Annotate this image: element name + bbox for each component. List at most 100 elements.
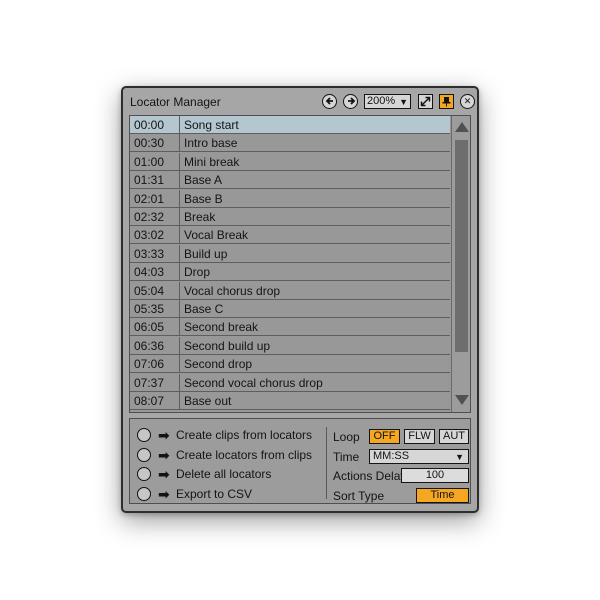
locator-row[interactable]: 06:05 Second break [130, 318, 450, 337]
column-divider [179, 152, 180, 170]
locator-row[interactable]: 01:31 Base A [130, 171, 450, 190]
dropdown-arrow-icon: ▼ [455, 452, 464, 462]
locator-time: 08:07 [134, 394, 165, 408]
expand-icon [420, 96, 431, 107]
locator-list[interactable]: 00:00 Song start 00:30 Intro base 01:00 Mini … [129, 115, 471, 413]
action-row[interactable]: ➡ Export to CSV [130, 485, 330, 505]
forward-button[interactable] [343, 94, 358, 109]
title-bar[interactable]: Locator Manager 200% ▼ ✕ [123, 88, 477, 114]
locator-name: Second vocal chorus drop [184, 375, 323, 390]
loop-label: Loop [333, 430, 360, 444]
locator-time: 02:01 [134, 191, 165, 206]
zoom-dropdown[interactable]: 200% ▼ [364, 94, 411, 109]
locator-name: Second break [184, 320, 259, 335]
action-label: Export to CSV [176, 486, 253, 501]
locator-row[interactable]: 07:37 Second vocal chorus drop [130, 373, 450, 392]
window-title: Locator Manager [130, 95, 221, 109]
actions-delay-input[interactable]: 100 [401, 468, 469, 483]
locator-row[interactable]: 08:07 Base out [130, 392, 450, 410]
locator-time: 00:30 [134, 136, 165, 151]
locator-row[interactable]: 06:36 Second build up [130, 336, 450, 355]
panel-divider [326, 427, 327, 499]
locator-time: 06:05 [134, 320, 165, 335]
scrollbar[interactable] [451, 116, 470, 412]
locator-manager-window: Locator Manager 200% ▼ ✕ 00:00 Song star… [121, 86, 479, 513]
locator-row[interactable]: 02:01 Base B [130, 189, 450, 208]
zoom-value: 200% [367, 95, 396, 107]
scroll-down-icon[interactable] [455, 395, 469, 405]
locator-time: 05:04 [134, 283, 165, 298]
locator-row[interactable]: 02:32 Break [130, 208, 450, 226]
locator-name: Vocal Break [184, 228, 249, 243]
locator-time: 07:37 [134, 375, 165, 390]
locator-name: Mini break [184, 154, 240, 169]
locator-name: Second drop [184, 357, 253, 372]
expand-button[interactable] [418, 94, 433, 109]
loop-auto-button[interactable]: AUT [439, 429, 469, 444]
action-row[interactable]: ➡ Create locators from clips [130, 446, 330, 466]
locator-name: Drop [184, 265, 211, 280]
scroll-up-icon[interactable] [455, 122, 469, 132]
locator-row[interactable]: 05:04 Vocal chorus drop [130, 281, 450, 300]
arrow-right-icon: ➡ [158, 427, 170, 443]
action-label: Create locators from clips [176, 447, 313, 462]
arrow-left-icon [325, 97, 333, 105]
locator-row[interactable]: 05:35 Base C [130, 300, 450, 318]
pin-button[interactable] [439, 94, 454, 109]
column-divider [179, 300, 180, 317]
pin-icon [442, 97, 451, 107]
locator-row[interactable]: 04:03 Drop [130, 263, 450, 282]
locator-time: 03:33 [134, 246, 165, 261]
time-format-select[interactable]: MM:SS ▼ [369, 449, 469, 464]
locator-name: Base out [184, 394, 232, 408]
scroll-thumb[interactable] [455, 140, 468, 352]
back-button[interactable] [322, 94, 337, 109]
arrow-right-icon [347, 97, 355, 105]
close-button[interactable]: ✕ [460, 94, 475, 109]
locator-time: 04:03 [134, 265, 165, 280]
arrow-right-icon: ➡ [158, 446, 170, 463]
locator-name: Base C [184, 302, 224, 316]
action-radio[interactable] [137, 467, 151, 481]
action-radio[interactable] [137, 428, 151, 442]
locator-row[interactable]: 03:33 Build up [130, 244, 450, 263]
locator-time: 07:06 [134, 357, 165, 372]
sort-type-button[interactable]: Time [416, 488, 469, 503]
locator-name: Vocal chorus drop [184, 283, 281, 298]
action-radio[interactable] [137, 486, 151, 501]
column-divider [179, 373, 180, 391]
time-label: Time [333, 450, 360, 464]
locator-time: 00:00 [134, 118, 165, 132]
column-divider [179, 171, 180, 189]
action-label: Delete all locators [176, 467, 272, 481]
locator-row[interactable]: 07:06 Second drop [130, 355, 450, 374]
loop-follow-button[interactable]: FLW [404, 429, 435, 444]
locator-time: 01:00 [134, 154, 165, 169]
action-row[interactable]: ➡ Delete all locators [130, 465, 330, 485]
column-divider [179, 281, 180, 299]
locator-time: 02:32 [134, 210, 165, 224]
locator-row[interactable]: 03:02 Vocal Break [130, 226, 450, 245]
time-format-value: MM:SS [373, 450, 410, 462]
column-divider [179, 116, 180, 133]
locator-time: 03:02 [134, 228, 165, 243]
locator-name: Base A [184, 173, 223, 188]
locator-row[interactable]: 01:00 Mini break [130, 152, 450, 171]
loop-off-button[interactable]: OFF [369, 429, 400, 444]
locator-time: 01:31 [134, 173, 165, 188]
sort-type-label: Sort Type [333, 489, 385, 503]
column-divider [179, 226, 180, 244]
column-divider [179, 355, 180, 373]
locator-row[interactable]: 00:30 Intro base [130, 134, 450, 153]
arrow-right-icon: ➡ [158, 466, 170, 482]
locator-row[interactable]: 00:00 Song start [130, 116, 450, 134]
column-divider [179, 134, 180, 152]
action-radio[interactable] [137, 447, 151, 462]
locator-name: Song start [184, 118, 239, 132]
column-divider [179, 392, 180, 409]
action-row[interactable]: ➡ Create clips from locators [130, 426, 330, 446]
locator-time: 05:35 [134, 302, 165, 316]
locator-time: 06:36 [134, 338, 165, 353]
column-divider [179, 208, 180, 225]
locator-name: Second build up [184, 338, 271, 353]
